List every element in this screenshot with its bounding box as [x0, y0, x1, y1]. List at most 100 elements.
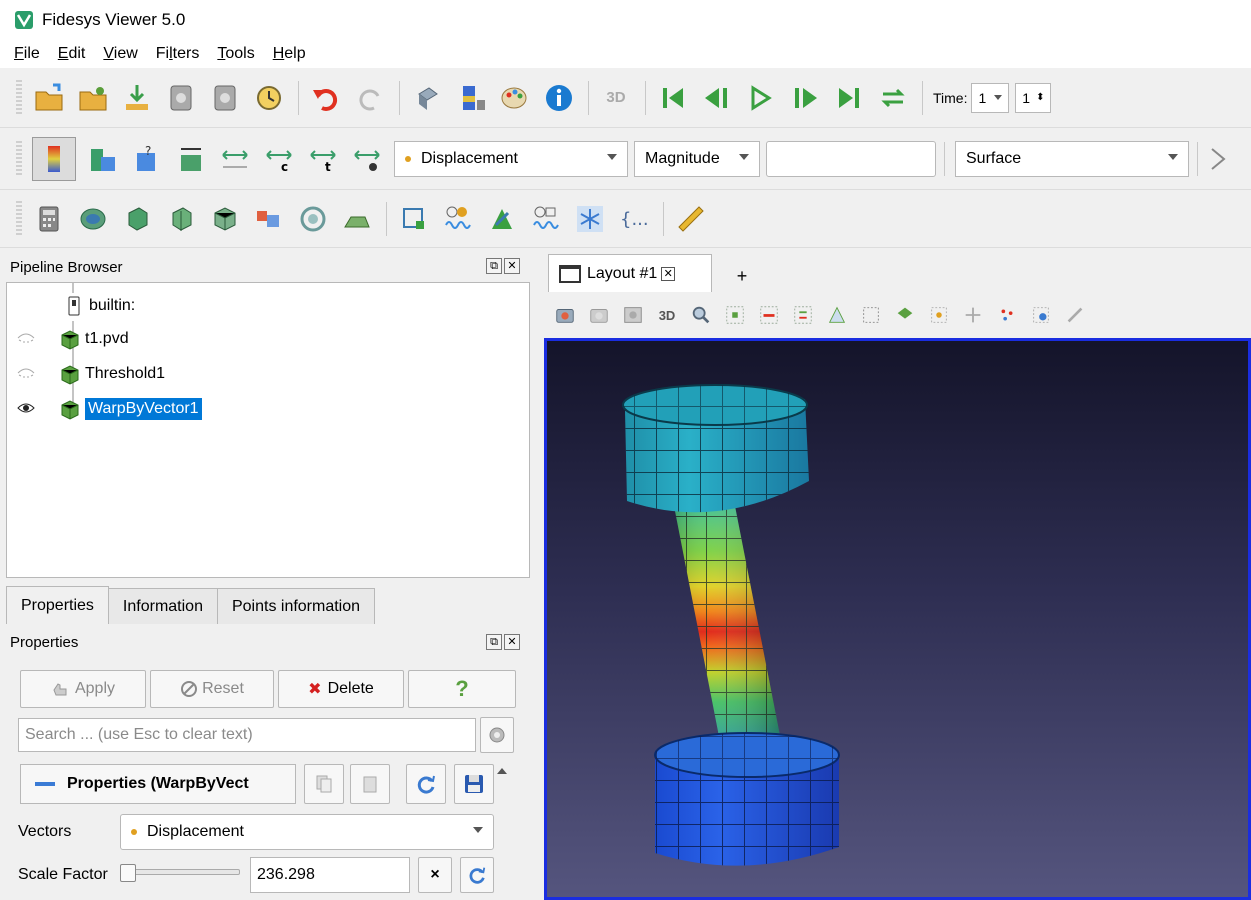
info-icon[interactable]: [542, 81, 576, 115]
select-blocks-icon[interactable]: [790, 302, 816, 328]
toolbar-grip[interactable]: [16, 140, 22, 177]
scroll-up-icon[interactable]: [497, 768, 507, 774]
hover-cells-icon[interactable]: [1028, 302, 1054, 328]
vectors-select[interactable]: Displacement: [120, 814, 494, 850]
toolbar-grip[interactable]: [16, 79, 22, 116]
redo-icon[interactable]: [353, 81, 387, 115]
close-icon[interactable]: ✕: [504, 258, 520, 274]
camera-reset-icon[interactable]: [552, 302, 578, 328]
menu-view[interactable]: View: [103, 45, 137, 63]
scale-factor-slider-handle[interactable]: [120, 864, 136, 882]
pipeline-item-threshold1[interactable]: Threshold1: [59, 359, 165, 389]
pipeline-item-t1pvd[interactable]: t1.pvd: [59, 324, 129, 354]
tab-information[interactable]: Information: [107, 588, 218, 624]
rescale-temporal-icon[interactable]: t: [306, 142, 340, 176]
color-map-editor-icon[interactable]: [454, 81, 488, 115]
screenshot-icon[interactable]: [620, 302, 646, 328]
reset-session-icon[interactable]: [252, 81, 286, 115]
deformation-icon[interactable]: [485, 202, 519, 236]
extract-subset-icon[interactable]: [252, 202, 286, 236]
close-icon[interactable]: ✕: [504, 634, 520, 650]
scale-reset-button[interactable]: [460, 857, 494, 893]
scale-factor-input[interactable]: 236.298: [250, 857, 410, 893]
stream-tracer-icon[interactable]: [340, 202, 374, 236]
clear-selection-icon[interactable]: [1062, 302, 1088, 328]
camera-redo-icon[interactable]: [586, 302, 612, 328]
select-frustum-icon[interactable]: [858, 302, 884, 328]
apply-button[interactable]: Apply: [20, 670, 146, 708]
tab-properties[interactable]: Properties: [6, 586, 109, 624]
render-view[interactable]: [544, 338, 1251, 900]
save-data-icon[interactable]: [120, 81, 154, 115]
rescale-visible-icon[interactable]: [350, 142, 384, 176]
grow-selection-icon[interactable]: [926, 302, 952, 328]
save-defaults-button[interactable]: [454, 764, 494, 804]
select-polygon-icon[interactable]: [824, 302, 850, 328]
search-input[interactable]: Search ... (use Esc to clear text): [18, 718, 476, 752]
component-select[interactable]: Magnitude: [634, 140, 760, 177]
scale-factor-slider-track[interactable]: [122, 869, 240, 875]
properties-section-header[interactable]: Properties (WarpByVect: [20, 764, 296, 804]
color-by-select[interactable]: Displacement: [394, 140, 628, 177]
splitter[interactable]: [532, 252, 540, 900]
connect-icon[interactable]: [164, 81, 198, 115]
delete-button[interactable]: ✖ Delete: [278, 670, 404, 708]
pipeline-item-warpbyvector1[interactable]: WarpByVector1: [59, 394, 202, 424]
contour-icon[interactable]: [76, 202, 110, 236]
rescale-custom-icon[interactable]: [174, 142, 208, 176]
menu-edit[interactable]: Edit: [58, 45, 86, 63]
glyph-icon[interactable]: [296, 202, 330, 236]
eye-hidden-icon[interactable]: [17, 332, 35, 344]
three-d-mode-icon[interactable]: 3D: [654, 302, 680, 328]
clip-icon[interactable]: [120, 202, 154, 236]
undock-icon[interactable]: ⧉: [486, 258, 502, 274]
undock-icon[interactable]: ⧉: [486, 634, 502, 650]
scale-multiply-button[interactable]: ×: [418, 857, 452, 893]
representation-select[interactable]: Surface: [955, 140, 1189, 177]
menu-tools[interactable]: Tools: [217, 45, 254, 63]
loop-icon[interactable]: [876, 81, 910, 115]
eye-hidden-icon[interactable]: [17, 367, 35, 379]
toolbar-grip[interactable]: [16, 200, 22, 237]
time-index-spinbox[interactable]: 1 ⬍: [1015, 82, 1052, 113]
next-frame-icon[interactable]: [788, 81, 822, 115]
pipeline-item-builtin[interactable]: builtin:: [63, 291, 135, 321]
interactive-select-icon[interactable]: [892, 302, 918, 328]
help-button[interactable]: ?: [408, 670, 516, 708]
first-frame-icon[interactable]: [656, 81, 690, 115]
calculator-icon[interactable]: [32, 202, 66, 236]
reset-button[interactable]: Reset: [150, 670, 274, 708]
rescale-custom-range-icon[interactable]: c: [262, 142, 296, 176]
slice-icon[interactable]: [164, 202, 198, 236]
restore-defaults-button[interactable]: [406, 764, 446, 804]
threshold-icon[interactable]: [208, 202, 242, 236]
select-points-icon[interactable]: [756, 302, 782, 328]
eye-visible-icon[interactable]: [17, 402, 35, 414]
edit-color-map-icon[interactable]: [86, 142, 120, 176]
close-tab-icon[interactable]: ✕: [661, 266, 676, 281]
time-value-select[interactable]: 1: [971, 82, 1010, 113]
camera-undo-icon[interactable]: [410, 81, 444, 115]
modal-analysis-icon[interactable]: [441, 202, 475, 236]
disconnect-icon[interactable]: [208, 81, 242, 115]
undo-icon[interactable]: [309, 81, 343, 115]
select-cells-icon[interactable]: [722, 302, 748, 328]
menu-file[interactable]: File: [14, 45, 40, 63]
palette-icon[interactable]: [498, 81, 532, 115]
shrink-selection-icon[interactable]: [960, 302, 986, 328]
zoom-to-data-icon[interactable]: [688, 302, 714, 328]
ruler-icon[interactable]: [674, 202, 708, 236]
add-layout-tab[interactable]: +: [720, 260, 764, 292]
empty-field[interactable]: [766, 140, 936, 177]
three-d-toggle-icon[interactable]: 3D: [599, 81, 633, 115]
recent-files-icon[interactable]: [76, 81, 110, 115]
tab-layout-1[interactable]: Layout #1 ✕: [548, 254, 712, 292]
overflow-arrow-icon[interactable]: [1208, 142, 1228, 176]
snowflake-icon[interactable]: [573, 202, 607, 236]
last-frame-icon[interactable]: [832, 81, 866, 115]
copy-button[interactable]: [304, 764, 344, 804]
open-file-icon[interactable]: [32, 81, 66, 115]
python-script-icon[interactable]: {...}: [617, 202, 651, 236]
rescale-range-icon[interactable]: [218, 142, 252, 176]
paste-button[interactable]: [350, 764, 390, 804]
